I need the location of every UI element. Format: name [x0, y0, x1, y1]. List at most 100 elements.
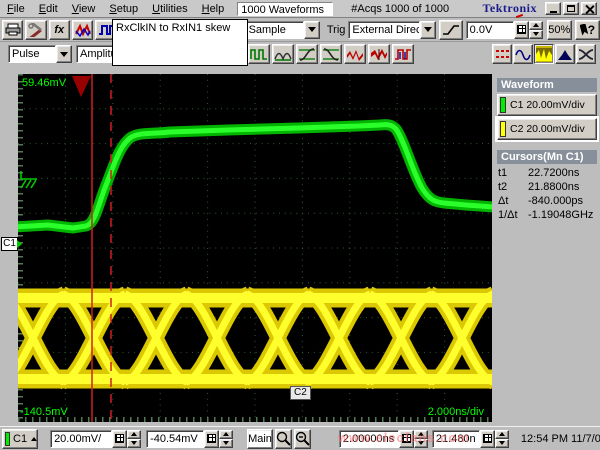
measure-category-select[interactable]: Pulse [8, 45, 72, 63]
set-50-percent-button[interactable]: 50% [547, 20, 572, 40]
t2-value: 21.8800ns [528, 181, 596, 195]
readout-t1: t1 22.7200ns [498, 167, 596, 181]
menu-file[interactable]: File [0, 1, 32, 16]
c1-color-swatch [500, 97, 506, 113]
zoom-out-button[interactable] [294, 429, 311, 449]
pulse-stats-button[interactable] [392, 44, 414, 64]
tektronix-logo: Tektronix [482, 1, 537, 16]
fall-time-icon [322, 48, 340, 61]
burst-width-measure-button[interactable] [248, 44, 270, 64]
setup-tools-icon [28, 23, 44, 37]
trigger-level-field[interactable]: 0.0V [466, 21, 514, 39]
display-area: 59.46mV -140.5mV 2.000ns/div C2 C1 Wavef… [0, 66, 600, 426]
up-arrow-icon [131, 432, 137, 436]
waveform-count-readout: 1000 Waveforms [237, 2, 333, 16]
keypad-icon [207, 434, 216, 443]
status-bar: C1 20.00mV/ -40.54mV Main [0, 426, 600, 450]
horizontal-scale-group: 2.00000ns [339, 430, 428, 448]
top-voltage-readout: 59.46mV [22, 77, 66, 89]
vertical-offset-group: -40.54mV [146, 430, 233, 448]
minimize-button[interactable] [545, 2, 561, 15]
horizontal-scale-stepper[interactable] [414, 430, 428, 448]
keypad-button[interactable] [480, 430, 495, 448]
restore-button[interactable] [563, 2, 579, 15]
chevron-down-icon[interactable] [420, 21, 436, 39]
vertical-scale-field[interactable]: 20.00mV/ [50, 430, 112, 448]
keypad-button[interactable] [204, 430, 219, 448]
sine-display-button[interactable] [513, 44, 533, 64]
cycle-measure-icon [274, 48, 292, 61]
channel-1-button[interactable]: C1 20.00mV/div [497, 94, 597, 116]
keypad-icon [483, 434, 492, 443]
c2-ground-marker[interactable]: C2 [290, 386, 311, 400]
channel-2-button[interactable]: C2 20.00mV/div [497, 118, 597, 140]
vertical-waveform-icon [75, 23, 91, 37]
amplitude-measure-icon [346, 48, 364, 61]
menu-edit[interactable]: Edit [32, 1, 65, 16]
magnifier-icon [295, 431, 310, 446]
measurement-tooltip: RxClkIN to RxIN1 skew [112, 19, 248, 66]
inverse-delta-t-label: 1/Δt [498, 209, 528, 223]
fifty-percent-label: 50% [548, 24, 570, 36]
horizontal-mode-button[interactable]: Main [247, 429, 273, 449]
fall-time-measure-button[interactable] [320, 44, 342, 64]
t1-label: t1 [498, 167, 528, 181]
amplitude-measure-button[interactable] [344, 44, 366, 64]
sine-display-icon [515, 48, 531, 61]
timebase-readout: 2.000ns/div [428, 406, 484, 418]
waveform-display-button[interactable] [534, 44, 554, 64]
down-arrow-icon [533, 32, 539, 36]
readout-delta-t: Δt -840.000ps [498, 195, 596, 209]
print-button[interactable] [2, 20, 23, 40]
trigger-level-stepper[interactable] [529, 21, 543, 39]
histogram-display-button[interactable] [555, 44, 575, 64]
down-arrow-icon [131, 441, 137, 445]
keypad-button[interactable] [112, 430, 127, 448]
acquisition-mode-value: Sample [245, 21, 304, 39]
main-toolbar: fx Sample Trig External Direct [0, 18, 600, 42]
zoom-in-button[interactable] [275, 429, 292, 449]
vertical-setup-button[interactable] [72, 20, 93, 40]
waveform-display-icon [536, 48, 552, 61]
close-button[interactable] [581, 2, 597, 15]
vertical-offset-field[interactable]: -40.54mV [146, 430, 204, 448]
keypad-button[interactable] [399, 430, 414, 448]
trigger-slope-button[interactable] [439, 20, 462, 40]
horizontal-position-field[interactable]: 21.480n [432, 430, 480, 448]
channel-color-swatch [5, 432, 10, 446]
horizontal-position-stepper[interactable] [495, 430, 509, 448]
cycle-measure-button[interactable] [272, 44, 294, 64]
cursors-panel-header: Cursors(Mn C1) [497, 150, 597, 164]
t2-label: t2 [498, 181, 528, 195]
math-button[interactable]: fx [49, 20, 70, 40]
c1-scale-label: C1 20.00mV/div [510, 99, 585, 111]
chevron-down-icon[interactable] [56, 45, 72, 63]
trigger-level-group: 0.0V [466, 21, 543, 39]
vertical-scale-stepper[interactable] [127, 430, 141, 448]
keypad-icon [115, 434, 124, 443]
up-arrow-icon [499, 432, 505, 436]
context-help-button[interactable]: ? [575, 20, 600, 40]
h-cursor-bars-button[interactable] [492, 44, 512, 64]
keypad-button[interactable] [514, 21, 529, 39]
menu-utilities[interactable]: Utilities [145, 1, 194, 16]
rise-time-icon [298, 48, 316, 61]
bottom-voltage-readout: -140.5mV [20, 406, 68, 418]
magnifier-icon [276, 431, 291, 446]
vertical-offset-stepper[interactable] [219, 430, 233, 448]
horizontal-scale-field[interactable]: 2.00000ns [339, 430, 399, 448]
rise-time-measure-button[interactable] [296, 44, 318, 64]
c1-reference-marker[interactable]: C1 [1, 237, 18, 251]
peak-peak-measure-button[interactable] [368, 44, 390, 64]
menu-setup[interactable]: Setup [102, 1, 145, 16]
eye-diagram-button[interactable] [576, 44, 596, 64]
measure-category-value: Pulse [8, 45, 56, 63]
trigger-source-select[interactable]: External Direct [348, 21, 436, 39]
channel-select-button[interactable]: C1 [2, 429, 38, 449]
menu-bar: File Edit View Setup Utilities Help 1000… [0, 0, 600, 18]
chevron-down-icon[interactable] [304, 21, 320, 39]
menu-view[interactable]: View [65, 1, 103, 16]
menu-help[interactable]: Help [195, 1, 232, 16]
acquisition-mode-select[interactable]: Sample [245, 21, 320, 39]
setup-tools-button[interactable] [25, 20, 46, 40]
